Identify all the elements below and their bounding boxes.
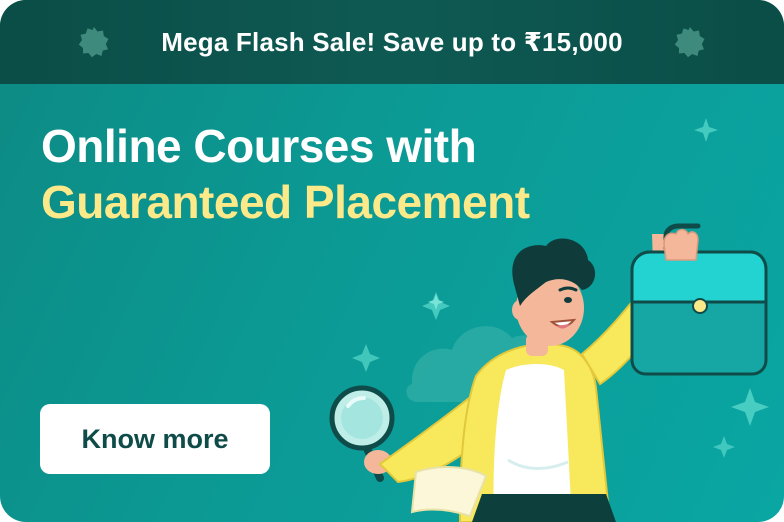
sparkle-icon xyxy=(694,118,718,142)
badge-icon xyxy=(674,27,705,58)
flash-sale-banner: Mega Flash Sale! Save up to ₹15,000 xyxy=(0,0,784,84)
sale-text: Mega Flash Sale! Save up to ₹15,000 xyxy=(161,26,623,57)
person-with-briefcase-illustration xyxy=(329,118,769,522)
sparkle-icon xyxy=(713,436,735,458)
badge-icon xyxy=(78,27,109,58)
sparkle-icon xyxy=(352,344,380,372)
briefcase-icon xyxy=(630,223,768,376)
know-more-button[interactable]: Know more xyxy=(40,404,270,474)
sparkle-icon xyxy=(731,388,769,426)
promo-card[interactable]: Mega Flash Sale! Save up to ₹15,000 Onli… xyxy=(0,0,784,522)
